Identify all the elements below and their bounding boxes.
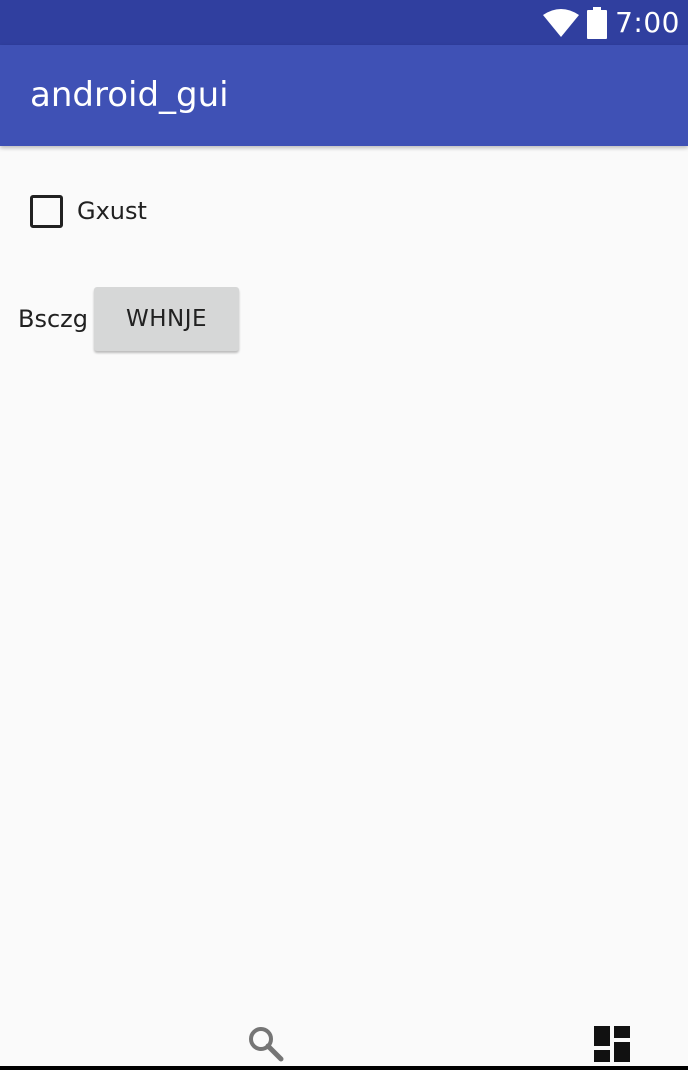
battery-icon [587,6,608,39]
bottom-edge [0,1066,688,1070]
row-label: Bsczg [18,305,88,333]
app-bar: android_gui [0,45,688,146]
status-icons: 7:00 [543,0,680,45]
gxust-checkbox[interactable]: Gxust [30,191,147,231]
wifi-icon [543,8,580,37]
whnje-button[interactable]: WHNJE [94,287,239,351]
status-bar: 7:00 [0,0,688,45]
status-time: 7:00 [615,6,680,39]
search-icon[interactable] [246,1024,286,1064]
checkbox-label: Gxust [77,197,147,225]
dashboard-icon[interactable] [594,1026,630,1062]
checkbox-box[interactable] [30,194,63,228]
app-title: android_gui [30,75,229,115]
